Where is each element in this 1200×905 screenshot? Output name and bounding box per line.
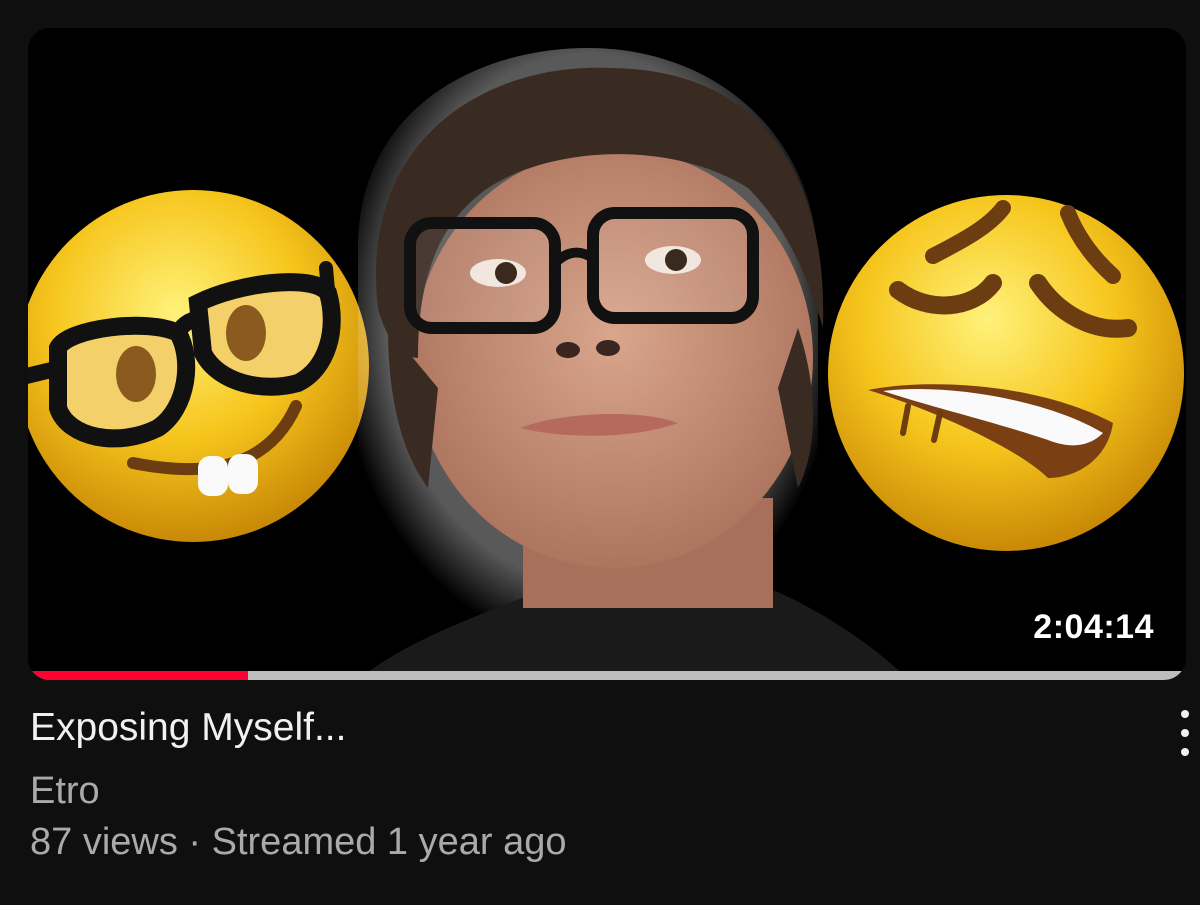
video-card[interactable]: 2:04:14 Exposing Myself... Etro 87 views… [0, 0, 1200, 905]
video-duration-badge: 2:04:14 [1021, 603, 1166, 652]
video-title[interactable]: Exposing Myself... [30, 706, 346, 750]
more-vertical-icon-dot [1181, 748, 1189, 756]
more-options-button[interactable] [1170, 710, 1200, 756]
watch-progress-bar [28, 671, 1186, 680]
view-count: 87 views [30, 821, 178, 863]
watch-progress-fill [28, 671, 249, 680]
weary-face-emoji-icon [828, 195, 1184, 551]
channel-name[interactable]: Etro [30, 770, 100, 813]
more-vertical-icon-dot [1181, 729, 1189, 737]
nerd-face-emoji-icon [28, 190, 369, 542]
stream-date: Streamed 1 year ago [211, 821, 567, 863]
metadata-separator: · [177, 821, 212, 863]
more-vertical-icon [1181, 710, 1189, 718]
thumbnail-image [28, 28, 1186, 680]
video-metadata: 87 views · Streamed 1 year ago [30, 821, 567, 864]
video-thumbnail[interactable]: 2:04:14 [28, 28, 1186, 680]
